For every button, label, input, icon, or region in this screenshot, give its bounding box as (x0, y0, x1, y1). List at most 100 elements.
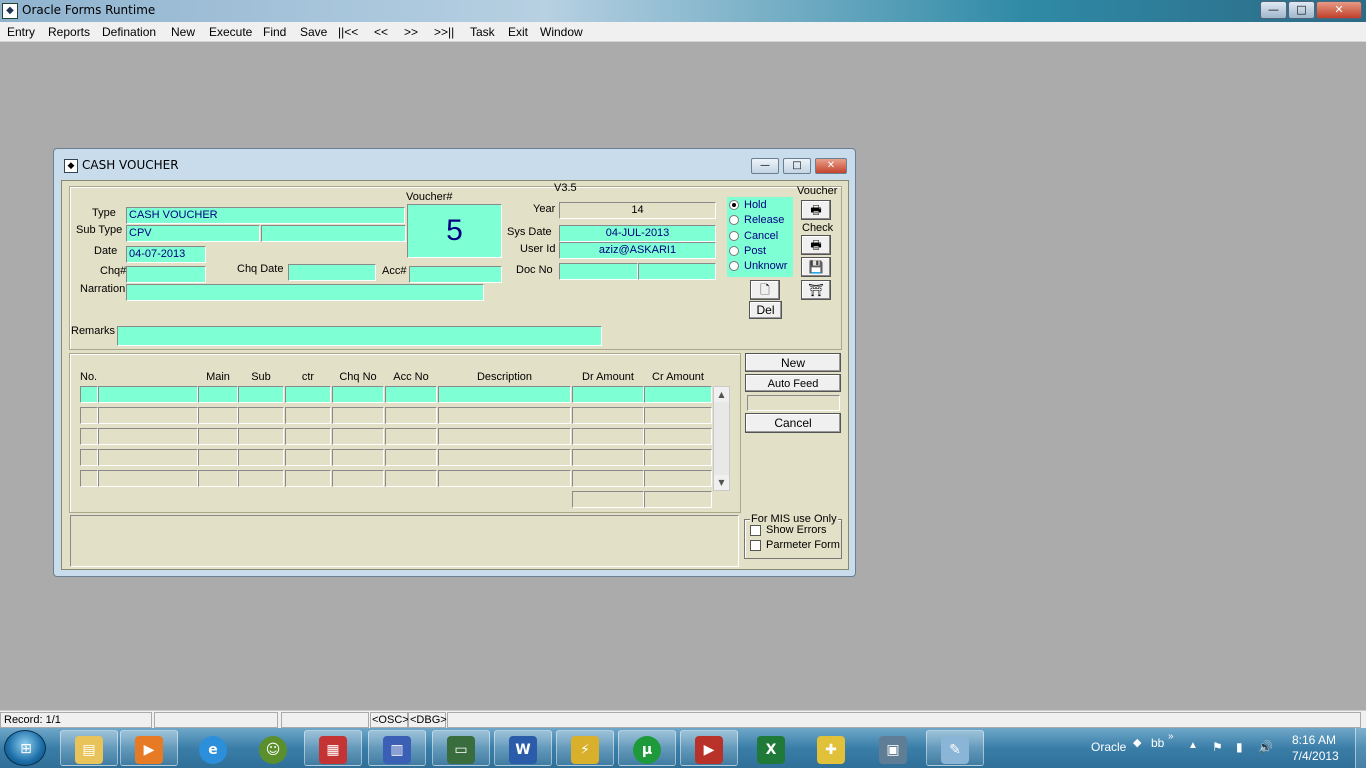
row-main-cell[interactable] (198, 428, 238, 445)
print-check-button[interactable]: 🖶 (801, 235, 831, 255)
row-chq-no-cell[interactable] (332, 428, 384, 445)
row-cr-amount-cell[interactable] (644, 449, 712, 466)
show-errors-checkbox[interactable]: Show Errors (750, 524, 840, 538)
clock-time[interactable]: 8:16 AM (1292, 733, 1336, 747)
volume-icon[interactable]: 🔊 (1258, 740, 1273, 754)
row-no-cell[interactable] (80, 386, 98, 403)
taskbar-word[interactable]: W (494, 730, 552, 766)
save-button[interactable]: 💾 (801, 257, 831, 277)
row-main-cell[interactable] (198, 449, 238, 466)
menu-save[interactable]: Save (300, 25, 327, 39)
acc-field[interactable] (409, 266, 502, 283)
row-chq-no-cell[interactable] (332, 449, 384, 466)
start-button[interactable]: ⊞ (4, 730, 46, 766)
row-main-cell[interactable] (198, 386, 238, 403)
menu-first-record[interactable]: ||<< (338, 25, 358, 39)
row-description-cell[interactable] (438, 428, 571, 445)
row-cr-amount-cell[interactable] (644, 407, 712, 424)
row-sub-cell[interactable] (238, 449, 284, 466)
chq-field[interactable] (126, 266, 206, 283)
row-main-desc-cell[interactable] (98, 449, 198, 466)
taskbar-computer[interactable]: ▣ (864, 730, 922, 766)
doc-no-field[interactable] (559, 263, 638, 280)
clock-date[interactable]: 7/4/2013 (1292, 749, 1339, 763)
menu-new[interactable]: New (171, 25, 195, 39)
row-cr-amount-cell[interactable] (644, 428, 712, 445)
row-description-cell[interactable] (438, 407, 571, 424)
row-ctr-cell[interactable] (285, 386, 331, 403)
menu-entry[interactable]: Entry (7, 25, 35, 39)
menu-last-record[interactable]: >>|| (434, 25, 454, 39)
taskbar-frog-app[interactable]: ☺ (244, 730, 302, 766)
exit-form-button[interactable]: ⛩ (801, 280, 831, 300)
row-sub-cell[interactable] (238, 428, 284, 445)
menu-execute[interactable]: Execute (209, 25, 252, 39)
form-close-button[interactable]: ✕ (815, 158, 847, 174)
menu-defination[interactable]: Defination (102, 25, 156, 39)
taskbar-utorrent[interactable]: µ (618, 730, 676, 766)
row-description-cell[interactable] (438, 386, 571, 403)
row-main-desc-cell[interactable] (98, 407, 198, 424)
status-post-radio[interactable]: Post (729, 244, 793, 259)
tray-bb-label[interactable]: bb (1151, 736, 1164, 750)
voucher-no-field[interactable]: 5 (407, 204, 502, 258)
row-main-cell[interactable] (198, 470, 238, 487)
row-sub-cell[interactable] (238, 470, 284, 487)
row-acc-no-cell[interactable] (385, 449, 437, 466)
maximize-button[interactable]: □ (1288, 1, 1315, 19)
parameter-form-checkbox[interactable]: Parmeter Form (750, 539, 840, 553)
type-field[interactable]: CASH VOUCHER (126, 207, 405, 224)
toolbar-expand-icon[interactable]: » (1168, 731, 1174, 742)
form-maximize-button[interactable]: □ (783, 158, 811, 174)
show-hidden-icons-icon[interactable]: ▲ (1188, 740, 1198, 751)
taskbar-medical-app[interactable]: ✚ (802, 730, 860, 766)
tray-forms-icon[interactable]: ◆ (1133, 736, 1141, 749)
menu-exit[interactable]: Exit (508, 25, 528, 39)
auto-feed-button[interactable]: Auto Feed (745, 374, 841, 392)
battery-icon[interactable]: ▮ (1236, 740, 1243, 754)
taskbar-report-app-2[interactable]: ▥ (368, 730, 426, 766)
row-no-cell[interactable] (80, 407, 98, 424)
menu-reports[interactable]: Reports (48, 25, 90, 39)
row-acc-no-cell[interactable] (385, 428, 437, 445)
print-voucher-button[interactable]: 🖶 (801, 200, 831, 220)
date-field[interactable]: 04-07-2013 (126, 246, 206, 263)
taskbar-internet-explorer[interactable]: e (184, 730, 242, 766)
menu-task[interactable]: Task (470, 25, 495, 39)
row-chq-no-cell[interactable] (332, 470, 384, 487)
row-description-cell[interactable] (438, 449, 571, 466)
tray-oracle-label[interactable]: Oracle (1091, 740, 1126, 754)
taskbar-media-player[interactable]: ▶ (120, 730, 178, 766)
sub-type-field[interactable]: CPV (126, 225, 260, 242)
cash-voucher-title-bar[interactable]: ◆ CASH VOUCHER (64, 149, 179, 181)
scroll-down-icon[interactable]: ▼ (714, 475, 729, 490)
show-desktop-button[interactable] (1355, 728, 1366, 768)
sys-date-field[interactable]: 04-JUL-2013 (559, 225, 716, 242)
row-dr-amount-cell[interactable] (572, 449, 644, 466)
row-cr-amount-cell[interactable] (644, 470, 712, 487)
delete-button[interactable]: Del (749, 301, 782, 319)
row-ctr-cell[interactable] (285, 470, 331, 487)
row-description-cell[interactable] (438, 470, 571, 487)
menu-next-record[interactable]: >> (404, 25, 418, 39)
scroll-up-icon[interactable]: ▲ (714, 387, 729, 402)
row-no-cell[interactable] (80, 470, 98, 487)
taskbar-presentation[interactable]: ▶ (680, 730, 738, 766)
taskbar-explorer[interactable]: ▤ (60, 730, 118, 766)
row-dr-amount-cell[interactable] (572, 428, 644, 445)
new-button[interactable]: New (745, 353, 841, 372)
row-main-cell[interactable] (198, 407, 238, 424)
menu-find[interactable]: Find (263, 25, 286, 39)
user-id-field[interactable]: aziz@ASKARI1 (559, 242, 716, 259)
row-acc-no-cell[interactable] (385, 386, 437, 403)
minimize-button[interactable]: — (1260, 1, 1287, 19)
row-ctr-cell[interactable] (285, 428, 331, 445)
row-no-cell[interactable] (80, 449, 98, 466)
grid-scrollbar[interactable]: ▲ ▼ (713, 386, 730, 491)
sub-type-description-field[interactable] (261, 225, 406, 242)
taskbar-paint[interactable]: ✎ (926, 730, 984, 766)
chq-date-field[interactable] (288, 264, 376, 281)
status-release-radio[interactable]: Release (729, 213, 793, 228)
new-document-button[interactable]: 🗋 (750, 280, 780, 300)
taskbar-paint-tool[interactable]: ⚡ (556, 730, 614, 766)
